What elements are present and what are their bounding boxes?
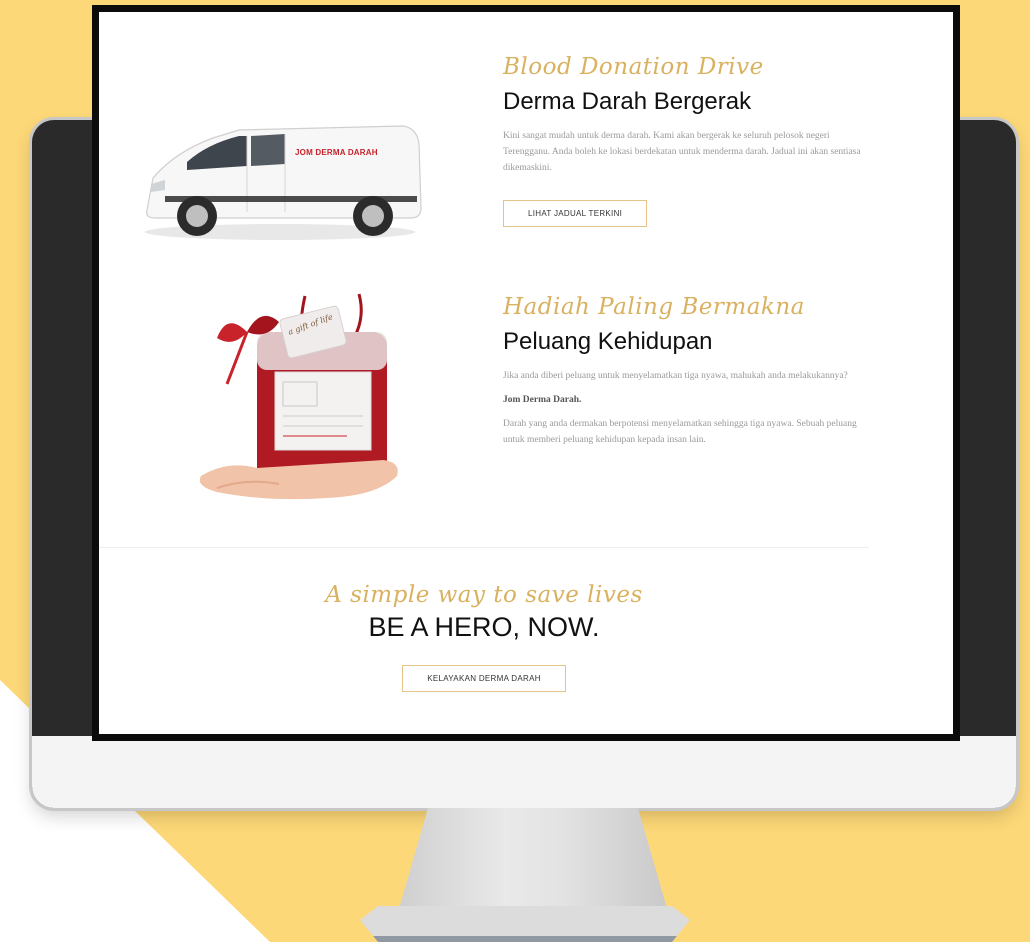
monitor-chin xyxy=(32,736,1016,808)
hero-section: A simple way to save lives BE A HERO, NO… xyxy=(99,582,869,692)
section2-body-2: Jom Derma Darah. xyxy=(503,395,582,405)
hero-script-title: A simple way to save lives xyxy=(325,582,643,608)
section-divider xyxy=(99,547,869,548)
view-schedule-button[interactable]: LIHAT JADUAL TERKINI xyxy=(503,200,648,227)
eligibility-button[interactable]: KELAYAKAN DERMA DARAH xyxy=(402,665,566,692)
section1-script-title: Blood Donation Drive xyxy=(503,54,764,80)
section2-body-3: Darah yang anda dermakan berpotensi meny… xyxy=(503,419,857,445)
section1-heading: Derma Darah Bergerak xyxy=(503,88,752,115)
van-illustration xyxy=(145,125,422,240)
monitor-stand-base xyxy=(360,906,690,942)
monitor-screen: JOM DERMA DARAH Blood Donation Drive Der… xyxy=(92,5,960,741)
section2-body-1: Jika anda diberi peluang untuk menyelama… xyxy=(503,371,848,381)
section1-body: Kini sangat mudah untuk derma darah. Kam… xyxy=(503,131,861,173)
van-side-label: JOM DERMA DARAH xyxy=(295,148,378,157)
section-gift-of-life: Hadiah Paling Bermakna Peluang Kehidupan… xyxy=(503,294,863,448)
monitor-stand-neck xyxy=(398,808,668,912)
section-blood-drive: Blood Donation Drive Derma Darah Bergera… xyxy=(503,54,863,227)
section2-script-title: Hadiah Paling Bermakna xyxy=(503,294,805,320)
section2-heading: Peluang Kehidupan xyxy=(503,328,713,355)
hero-heading: BE A HERO, NOW. xyxy=(368,612,600,642)
